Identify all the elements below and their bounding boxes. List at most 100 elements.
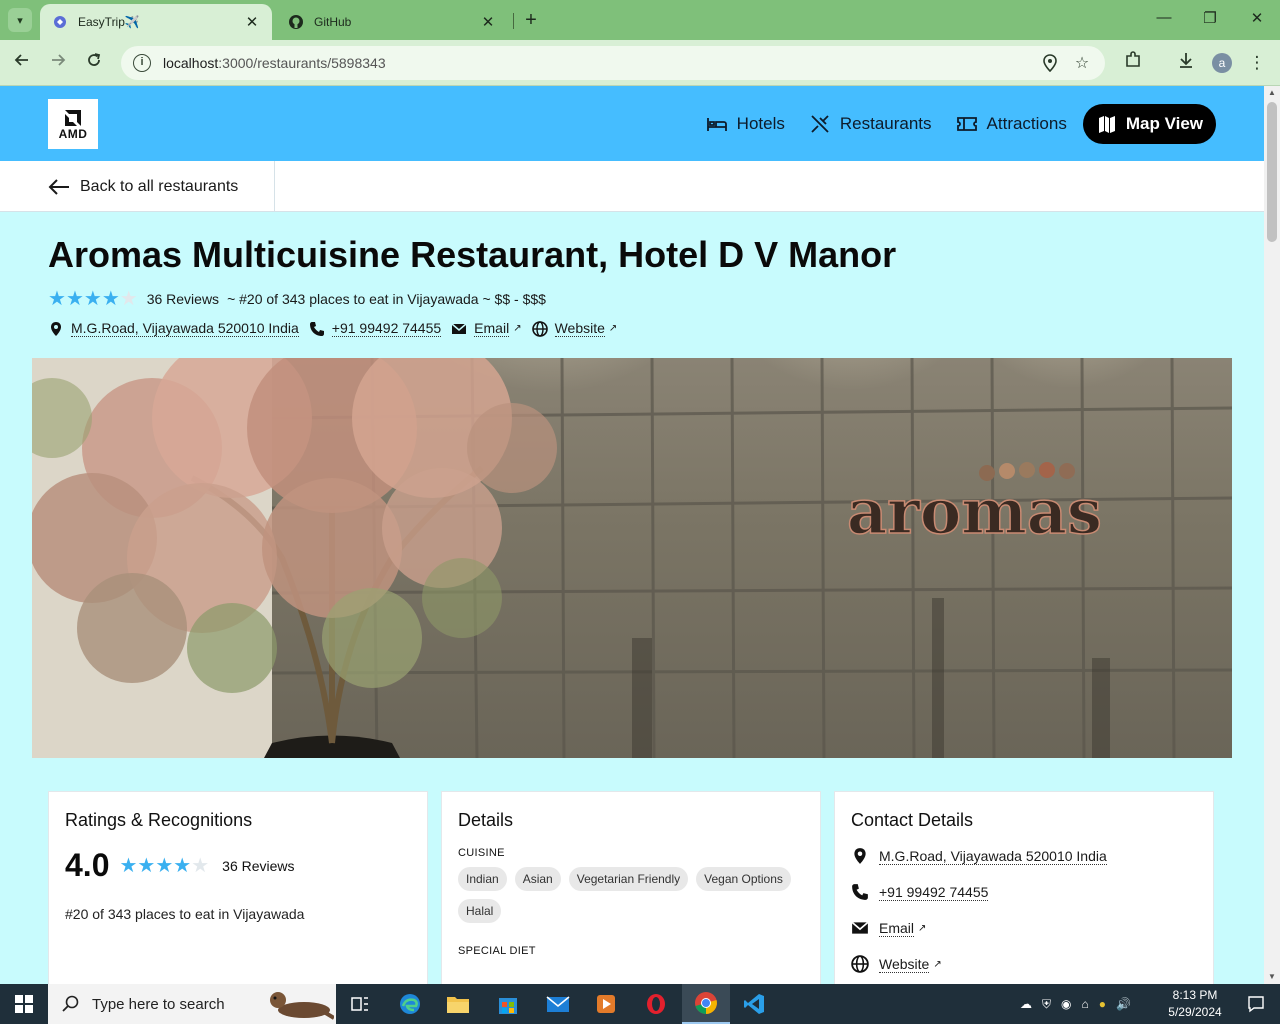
search-icon <box>62 995 79 1012</box>
back-arrow-icon[interactable] <box>10 51 34 75</box>
system-tray: ☁ ⛨ ◉ ⌂ ● 🔊 <box>1020 984 1131 1024</box>
external-link-icon: ↗ <box>513 323 522 334</box>
star-icon: ★ <box>65 288 84 310</box>
contact-website[interactable]: Website ↗ <box>851 955 1197 973</box>
website-link[interactable]: Website <box>554 320 605 337</box>
tab-github[interactable]: GitHub ✕ <box>276 4 508 40</box>
shield-icon[interactable]: ⛨ <box>1042 997 1051 1012</box>
tab-close-icon[interactable]: ✕ <box>244 13 260 31</box>
scroll-down-icon[interactable]: ▼ <box>1264 970 1280 984</box>
contact-address[interactable]: M.G.Road, Vijayawada 520010 India <box>851 847 1197 865</box>
ratings-card: Ratings & Recognitions 4.0 ★ ★ ★ ★ ★ 36 … <box>48 791 428 984</box>
address-item[interactable]: M.G.Road, Vijayawada 520010 India <box>48 320 299 337</box>
edge-icon[interactable] <box>386 984 434 1024</box>
tab-search-button[interactable]: ▾ <box>8 8 32 32</box>
extensions-icon[interactable] <box>1121 51 1145 75</box>
profile-avatar[interactable]: a <box>1212 53 1232 73</box>
scroll-up-icon[interactable]: ▲ <box>1264 86 1280 100</box>
utensils-icon <box>811 115 829 133</box>
phone-item[interactable]: +91 99492 74455 <box>309 320 442 337</box>
ticket-icon <box>956 117 977 131</box>
restaurant-sign: aromas <box>846 462 1103 549</box>
email-item[interactable]: Email ↗ <box>451 320 522 337</box>
location-pin-icon[interactable] <box>1039 52 1061 74</box>
scrollbar-thumb[interactable] <box>1267 102 1277 242</box>
contact-email[interactable]: Email ↗ <box>851 919 1197 937</box>
nav-label: Restaurants <box>839 114 932 133</box>
windows-start-button[interactable] <box>0 984 48 1024</box>
contact-row: M.G.Road, Vijayawada 520010 India +91 99… <box>48 320 627 337</box>
new-tab-button[interactable]: + <box>520 9 542 31</box>
mail-icon[interactable] <box>534 984 582 1024</box>
cuisine-chip: Indian <box>458 867 507 891</box>
file-explorer-icon[interactable] <box>434 984 482 1024</box>
bookmark-star-icon[interactable]: ☆ <box>1071 52 1093 74</box>
tab-close-icon[interactable]: ✕ <box>480 13 496 31</box>
nav-restaurants[interactable]: Restaurants <box>801 104 940 144</box>
restaurant-hero-image: aromas <box>32 358 1232 758</box>
wifi-icon[interactable]: ⌂ <box>1082 997 1089 1011</box>
star-icon: ★ <box>173 854 192 877</box>
clock-time: 8:13 PM <box>1172 988 1218 1002</box>
nav-hotels[interactable]: Hotels <box>698 104 793 144</box>
page-scrollbar[interactable]: ▲ ▼ <box>1264 86 1280 984</box>
envelope-icon <box>851 921 869 934</box>
reload-icon[interactable] <box>82 51 106 75</box>
tab-separator <box>513 13 514 29</box>
contact-card: Contact Details M.G.Road, Vijayawada 520… <box>834 791 1214 984</box>
notifications-icon[interactable] <box>1232 984 1280 1024</box>
opera-icon[interactable] <box>632 984 680 1024</box>
back-to-restaurants-link[interactable]: Back to all restaurants <box>0 161 275 212</box>
website-item[interactable]: Website ↗ <box>531 320 617 337</box>
task-view-icon[interactable] <box>336 984 384 1024</box>
media-player-icon[interactable] <box>582 984 630 1024</box>
address-bar[interactable]: i localhost:3000/restaurants/5898343 ☆ <box>121 46 1105 80</box>
star-icon: ★ <box>101 288 120 310</box>
chrome-icon[interactable] <box>682 984 730 1024</box>
phone-link[interactable]: +91 99492 74455 <box>331 320 442 337</box>
email-link[interactable]: Email <box>879 920 915 937</box>
special-diet-label: SPECIAL DIET <box>458 945 536 957</box>
vscode-icon[interactable] <box>730 984 778 1024</box>
minimize-button[interactable]: — <box>1152 9 1176 31</box>
address-link[interactable]: M.G.Road, Vijayawada 520010 India <box>879 848 1107 865</box>
arrow-left-icon <box>48 178 69 195</box>
meet-icon[interactable]: ◉ <box>1061 997 1071 1011</box>
review-count: 36 Reviews <box>146 291 220 307</box>
status-dot-icon[interactable]: ● <box>1099 997 1106 1011</box>
page-viewport: AMD Hotels Restaurants Attractions Map V… <box>0 86 1264 984</box>
windows-logo-icon <box>15 995 33 1013</box>
star-icon: ★ <box>119 854 138 877</box>
location-pin-icon <box>51 321 61 336</box>
network-icon[interactable]: ☁ <box>1020 997 1032 1011</box>
close-window-button[interactable]: ✕ <box>1245 9 1269 31</box>
logo-text: AMD <box>58 126 88 141</box>
site-info-icon[interactable]: i <box>133 54 151 72</box>
easytrip-favicon-icon <box>52 14 68 30</box>
github-icon <box>288 14 304 30</box>
forward-arrow-icon[interactable] <box>46 51 70 75</box>
site-logo[interactable]: AMD <box>48 99 98 149</box>
download-icon[interactable] <box>1174 51 1198 75</box>
tab-easytrip[interactable]: EasyTrip✈️ ✕ <box>40 4 272 40</box>
sign-text: aromas <box>847 475 1102 548</box>
microsoft-store-icon[interactable] <box>484 984 532 1024</box>
nav-map-view[interactable]: Map View <box>1082 104 1216 144</box>
cuisine-chip: Halal <box>458 899 502 923</box>
taskbar-clock[interactable]: 8:13 PM 5/29/2024 <box>1160 987 1230 1021</box>
maximize-button[interactable]: ❐ <box>1198 9 1222 31</box>
email-link[interactable]: Email <box>474 320 510 337</box>
star-empty-icon: ★ <box>119 288 138 310</box>
rating-score: 4.0 <box>65 847 110 883</box>
address-link[interactable]: M.G.Road, Vijayawada 520010 India <box>71 320 299 337</box>
volume-icon[interactable]: 🔊 <box>1116 997 1131 1011</box>
rating-score-row: 4.0 ★ ★ ★ ★ ★ 36 Reviews <box>65 847 411 884</box>
phone-link[interactable]: +91 99492 74455 <box>879 884 989 901</box>
nav-attractions[interactable]: Attractions <box>948 104 1075 144</box>
ratings-card-title: Ratings & Recognitions <box>65 810 253 830</box>
contact-phone[interactable]: +91 99492 74455 <box>851 883 1197 901</box>
nav-label: Attractions <box>986 114 1067 133</box>
browser-menu-icon[interactable]: ⋮ <box>1245 51 1269 75</box>
taskbar-search-box[interactable]: Type here to search <box>48 984 336 1024</box>
website-link[interactable]: Website <box>879 956 930 973</box>
